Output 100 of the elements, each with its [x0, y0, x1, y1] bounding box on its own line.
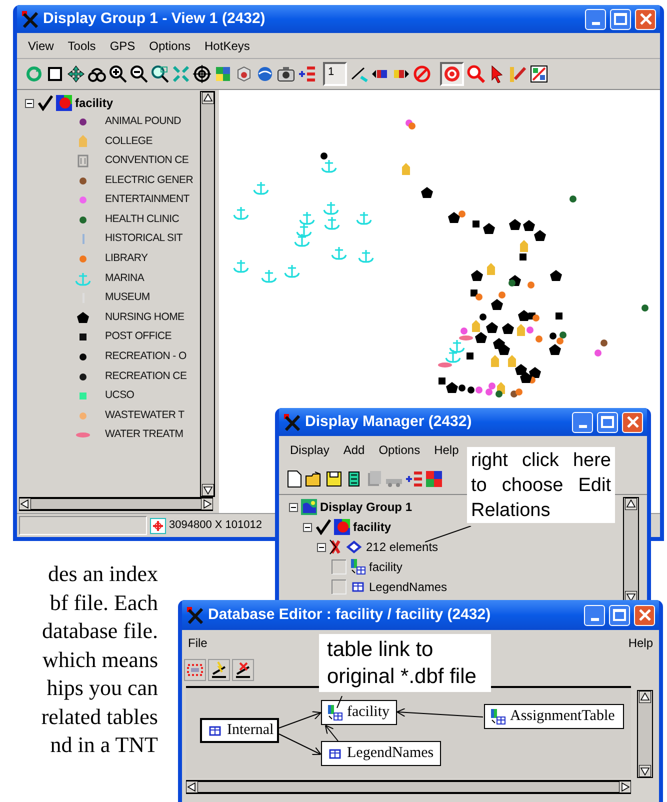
maximize-button[interactable]: [597, 412, 618, 432]
expander-icon[interactable]: [317, 542, 326, 552]
add-layer-icon[interactable]: [298, 65, 316, 83]
minimize-button[interactable]: [584, 604, 605, 626]
scroll-up-icon[interactable]: [625, 498, 637, 510]
window-title: Display Group 1 - View 1 (2432): [43, 8, 266, 29]
zoom-box-icon[interactable]: [151, 65, 169, 83]
menu-item[interactable]: Options: [142, 36, 198, 54]
scroll-right-icon[interactable]: [201, 498, 213, 510]
close-button[interactable]: [622, 412, 643, 432]
checkmark-icon[interactable]: [315, 519, 331, 535]
legend-label: ENTERTAINMENT: [105, 192, 190, 208]
vertical-scrollbar[interactable]: [200, 91, 215, 497]
tree-item[interactable]: Display Group 1: [320, 498, 412, 516]
close-button[interactable]: [634, 604, 655, 626]
binoculars-icon[interactable]: [88, 65, 106, 83]
camera-icon[interactable]: [277, 65, 295, 83]
menu-item[interactable]: Help: [628, 634, 653, 652]
dot-marker: [458, 210, 466, 218]
pentagon-marker: [486, 322, 498, 333]
legend-label: ANIMAL POUND: [105, 114, 181, 129]
expander-icon[interactable]: [25, 98, 34, 108]
tree-item[interactable]: 212 elements: [366, 538, 438, 556]
open-folder-icon[interactable]: [305, 470, 323, 488]
horizontal-scrollbar[interactable]: [186, 780, 631, 794]
minimize-button[interactable]: [572, 412, 593, 432]
scroll-up-icon[interactable]: [639, 691, 651, 703]
maximize-button[interactable]: [609, 604, 630, 626]
dot-marker: [480, 314, 486, 320]
layer-name[interactable]: facility: [75, 94, 114, 112]
table-node[interactable]: facility: [321, 700, 397, 725]
color-grid-icon[interactable]: [425, 470, 443, 488]
target-icon[interactable]: [193, 65, 211, 83]
menu-item[interactable]: Help: [427, 441, 466, 459]
menu-item[interactable]: Options: [372, 441, 428, 459]
checkbox[interactable]: [331, 579, 347, 595]
horizontal-scrollbar[interactable]: [19, 497, 213, 511]
menu-item[interactable]: File: [188, 634, 208, 652]
menu-item[interactable]: View: [21, 36, 61, 54]
dot-marker: [532, 314, 540, 322]
anchor-icon: [296, 223, 312, 237]
menu-item[interactable]: GPS: [102, 36, 142, 54]
ruler-icon[interactable]: [509, 65, 527, 83]
dot-marker: [570, 196, 576, 202]
square-marker: [470, 290, 478, 296]
tree-item[interactable]: facility: [353, 518, 392, 536]
target-button[interactable]: [440, 62, 464, 86]
table-node[interactable]: AssignmentTable: [484, 704, 624, 729]
table-name: facility: [347, 703, 390, 722]
expander-icon[interactable]: [303, 522, 312, 532]
scroll-left-icon[interactable]: [186, 781, 198, 793]
scroll-right-icon[interactable]: [619, 781, 631, 793]
dashed-box-icon[interactable]: [186, 661, 204, 679]
map-icon[interactable]: [530, 65, 548, 83]
scroll-up-icon[interactable]: [202, 92, 214, 104]
linked-table-icon: [490, 708, 506, 724]
checkbox[interactable]: [331, 559, 347, 575]
menu-item[interactable]: Display: [283, 441, 336, 459]
minimize-icon: [592, 22, 600, 24]
add-layer-icon[interactable]: [405, 470, 423, 488]
new-document-icon[interactable]: [285, 470, 303, 488]
pentagon-marker: [518, 310, 530, 321]
square-icon[interactable]: [46, 65, 64, 83]
cube-icon[interactable]: [235, 65, 253, 83]
maximize-button[interactable]: [610, 8, 631, 30]
scroll-down-icon[interactable]: [639, 765, 651, 777]
table-node[interactable]: LegendNames: [321, 741, 441, 766]
layers-icon[interactable]: [214, 65, 232, 83]
house-marker: [472, 320, 480, 332]
page-button[interactable]: 1: [323, 62, 347, 86]
legend-label: RECREATION CE: [105, 368, 187, 384]
pentagon-marker: [471, 270, 483, 281]
tree-item[interactable]: facility: [369, 558, 402, 576]
pentagon-marker: [509, 219, 521, 230]
zoom-out-icon[interactable]: [130, 65, 148, 83]
dot-marker: [476, 294, 482, 300]
close-button[interactable]: [635, 8, 656, 30]
magnifier-icon[interactable]: [467, 65, 485, 83]
zoom-in-icon[interactable]: [109, 65, 127, 83]
relation-icon[interactable]: [210, 661, 228, 679]
minimize-icon: [578, 424, 586, 428]
menu-item[interactable]: HotKeys: [198, 36, 257, 54]
minimize-button[interactable]: [585, 8, 606, 30]
table-node[interactable]: Internal: [200, 718, 279, 743]
dot-marker: [498, 292, 506, 298]
tree-item[interactable]: LegendNames: [369, 578, 448, 596]
menu-item[interactable]: Tools: [60, 36, 103, 54]
legend-label: NURSING HOME: [105, 310, 184, 325]
menu-item[interactable]: Add: [336, 441, 372, 459]
pentagon-marker: [448, 212, 460, 223]
delete-relation-icon[interactable]: [234, 661, 252, 679]
scroll-down-icon[interactable]: [202, 484, 214, 496]
scroll-left-icon[interactable]: [19, 498, 31, 510]
pan-icon[interactable]: [67, 65, 85, 83]
globe-icon[interactable]: [256, 65, 274, 83]
vertical-scrollbar[interactable]: [637, 690, 653, 778]
pentagon-marker: [498, 344, 510, 355]
save-icon[interactable]: [325, 470, 343, 488]
expander-icon[interactable]: [289, 502, 298, 512]
checkmark-icon[interactable]: [37, 95, 53, 111]
